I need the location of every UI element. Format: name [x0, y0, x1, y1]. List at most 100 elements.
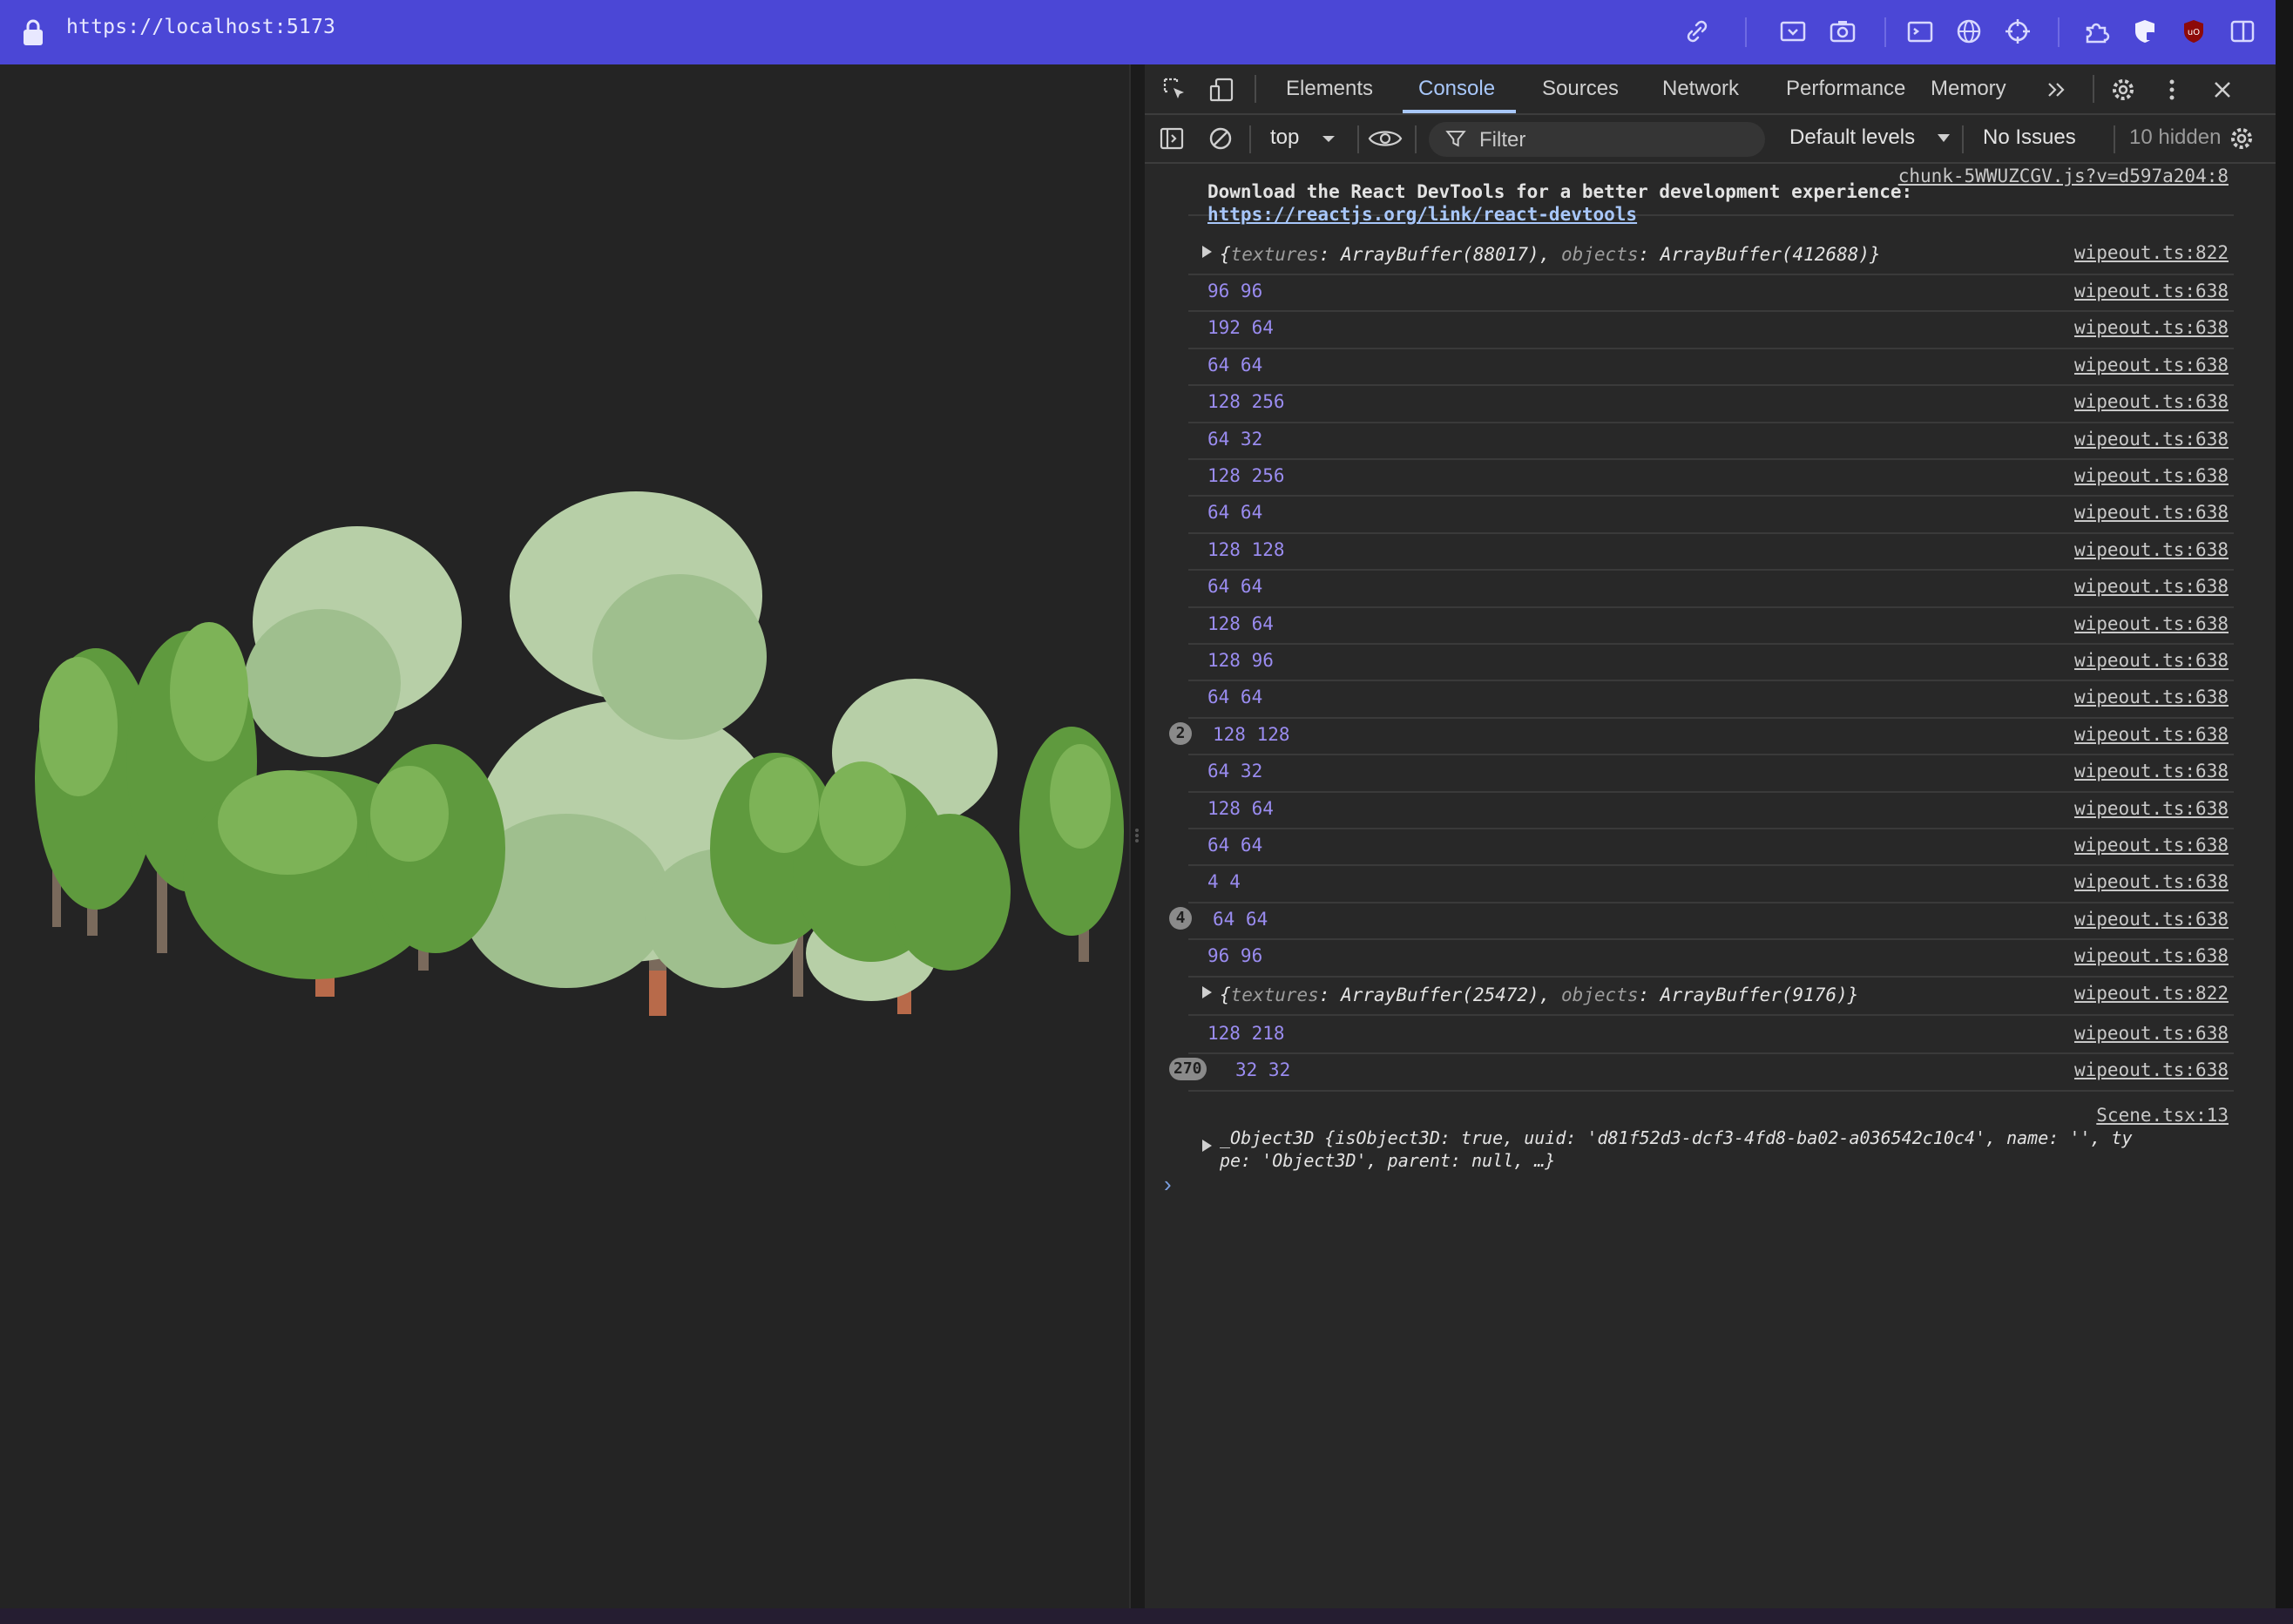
context-selector[interactable]: top — [1270, 125, 1299, 150]
kebab-menu-icon[interactable] — [2157, 75, 2187, 105]
source-link[interactable]: wipeout.ts:638 — [2074, 945, 2229, 966]
ublock-icon[interactable]: uO — [2178, 16, 2209, 47]
log-message: 128 64 — [1207, 612, 1274, 634]
url-text[interactable]: https://localhost:5173 — [66, 16, 335, 38]
tree-scene-canvas[interactable] — [0, 64, 1129, 1608]
source-link[interactable]: wipeout.ts:638 — [2074, 1059, 2229, 1080]
devtools-panel: Elements Console Sources Network Perform… — [1145, 64, 2276, 1608]
shield-icon[interactable] — [2129, 16, 2161, 47]
source-link[interactable]: wipeout.ts:638 — [2074, 613, 2229, 634]
source-link[interactable]: wipeout.ts:638 — [2074, 465, 2229, 486]
browser-address-bar: https://localhost:5173 uO — [0, 0, 2293, 64]
source-link[interactable]: wipeout.ts:638 — [2074, 355, 2229, 376]
console-log-row: 64 64 wipeout.ts:638 — [1188, 681, 2234, 719]
tab-memory[interactable]: Memory — [1931, 77, 2006, 101]
filter-input[interactable]: Filter — [1429, 122, 1765, 157]
log-levels-dropdown[interactable]: Default levels — [1789, 125, 1915, 150]
screen-capture-icon[interactable] — [1777, 16, 1809, 47]
log-message: 64 32 — [1207, 761, 1263, 782]
log-message: 128 96 — [1207, 650, 1274, 671]
extensions-icon[interactable] — [2080, 16, 2112, 47]
source-link[interactable]: wipeout.ts:638 — [2074, 724, 2229, 745]
log-message: 64 64 — [1207, 687, 1263, 708]
log-message: 64 64 — [1213, 908, 1268, 930]
console-log-row: 4 4 wipeout.ts:638 — [1188, 866, 2234, 903]
tab-network[interactable]: Network — [1662, 77, 1739, 101]
toolbar-divider — [1884, 17, 1886, 47]
console-settings-gear-icon[interactable] — [2227, 124, 2256, 153]
source-link[interactable]: wipeout.ts:638 — [2074, 687, 2229, 707]
source-link[interactable]: wipeout.ts:638 — [2074, 317, 2229, 338]
drag-handle-icon[interactable] — [1133, 826, 1140, 845]
log-message: 128 256 — [1207, 391, 1285, 413]
console-log-row: 128 256 wipeout.ts:638 — [1188, 460, 2234, 497]
source-link[interactable]: chunk-5WWUZCGV.js?v=d597a204:8 — [1898, 166, 2229, 186]
inspect-element-icon[interactable] — [1160, 75, 1190, 105]
object3d-line-2: pe: 'Object3D', parent: null, …} — [1220, 1150, 1556, 1171]
source-link[interactable]: wipeout.ts:638 — [2074, 909, 2229, 930]
camera-icon[interactable] — [1827, 16, 1858, 47]
source-link[interactable]: wipeout.ts:638 — [2074, 539, 2229, 560]
levels-chevron-down-icon[interactable] — [1929, 124, 1958, 153]
source-link[interactable]: wipeout.ts:638 — [2074, 429, 2229, 450]
log-message: 64 64 — [1207, 502, 1263, 524]
log-message: 128 218 — [1207, 1023, 1285, 1044]
crosshair-icon[interactable] — [2002, 16, 2033, 47]
log-message: 128 128 — [1207, 538, 1285, 560]
log-message: 32 32 — [1235, 1059, 1291, 1081]
console-log-row: 192 64 wipeout.ts:638 — [1188, 312, 2234, 349]
source-link[interactable]: wipeout.ts:638 — [2074, 650, 2229, 671]
source-link[interactable]: wipeout.ts:638 — [2074, 798, 2229, 819]
live-expression-eye-icon[interactable] — [1366, 124, 1404, 153]
console-prompt-caret[interactable]: › — [1164, 1171, 1172, 1198]
settings-gear-icon[interactable] — [2108, 75, 2138, 105]
source-link[interactable]: wipeout.ts:638 — [2074, 391, 2229, 412]
terminal-icon[interactable] — [1904, 16, 1936, 47]
globe-icon[interactable] — [1953, 16, 1985, 47]
hidden-count: 10 hidden — [2129, 125, 2222, 149]
console-log-row: 128 96 wipeout.ts:638 — [1188, 645, 2234, 682]
chevron-down-icon[interactable] — [1314, 124, 1343, 153]
react-devtools-link[interactable]: https://reactjs.org/link/react-devtools — [1207, 204, 1637, 225]
tab-sources[interactable]: Sources — [1542, 77, 1619, 101]
expand-triangle-icon[interactable] — [1202, 1140, 1212, 1152]
console-object-row[interactable]: {textures: ArrayBuffer(25472), objects: … — [1188, 978, 2234, 1016]
source-link[interactable]: wipeout.ts:638 — [2074, 835, 2229, 856]
source-link[interactable]: wipeout.ts:638 — [2074, 871, 2229, 892]
source-link[interactable]: wipeout.ts:638 — [2074, 1023, 2229, 1044]
link-icon[interactable] — [1681, 16, 1713, 47]
source-link[interactable]: wipeout.ts:638 — [2074, 502, 2229, 523]
expand-triangle-icon[interactable] — [1202, 246, 1212, 258]
log-message: 64 64 — [1207, 576, 1263, 598]
page-viewport[interactable] — [0, 64, 1129, 1608]
issues-button[interactable]: No Issues — [1983, 125, 2076, 150]
toolbar-divider — [1415, 125, 1417, 153]
source-link[interactable]: wipeout.ts:638 — [2074, 576, 2229, 597]
tab-console[interactable]: Console — [1418, 77, 1495, 101]
source-link[interactable]: Scene.tsx:13 — [2096, 1105, 2229, 1126]
source-link[interactable]: wipeout.ts:822 — [2074, 242, 2229, 263]
more-tabs-icon[interactable] — [2042, 75, 2072, 105]
lock-icon — [21, 18, 45, 46]
tab-performance[interactable]: Performance — [1786, 77, 1905, 101]
close-icon[interactable] — [2208, 75, 2237, 105]
console-object-row[interactable]: {textures: ArrayBuffer(88017), objects: … — [1188, 237, 2234, 275]
svg-text:uO: uO — [2188, 28, 2200, 37]
console-log-row: 64 64 wipeout.ts:638 — [1188, 497, 2234, 534]
clear-console-icon[interactable] — [1206, 124, 1235, 153]
expand-triangle-icon[interactable] — [1202, 986, 1212, 998]
object-preview: {textures: ArrayBuffer(25472), objects: … — [1220, 985, 1859, 1005]
source-link[interactable]: wipeout.ts:638 — [2074, 281, 2229, 301]
split-view-icon[interactable] — [2227, 16, 2258, 47]
source-link[interactable]: wipeout.ts:822 — [2074, 983, 2229, 1004]
source-link[interactable]: wipeout.ts:638 — [2074, 761, 2229, 782]
tab-elements[interactable]: Elements — [1286, 77, 1373, 101]
window-bottom-edge — [0, 1608, 2293, 1624]
console-log-row: 64 64 wipeout.ts:638 — [1188, 829, 2234, 867]
console-log-row: 2 128 128 wipeout.ts:638 — [1169, 719, 2234, 756]
device-toolbar-icon[interactable] — [1207, 75, 1237, 105]
console-object3d-row[interactable]: Scene.tsx:13 _Object3D {isObject3D: true… — [1188, 1103, 2234, 1171]
console-log-row: 128 218 wipeout.ts:638 — [1188, 1018, 2234, 1055]
toolbar-divider — [1357, 125, 1359, 153]
sidebar-toggle-icon[interactable] — [1157, 124, 1187, 153]
